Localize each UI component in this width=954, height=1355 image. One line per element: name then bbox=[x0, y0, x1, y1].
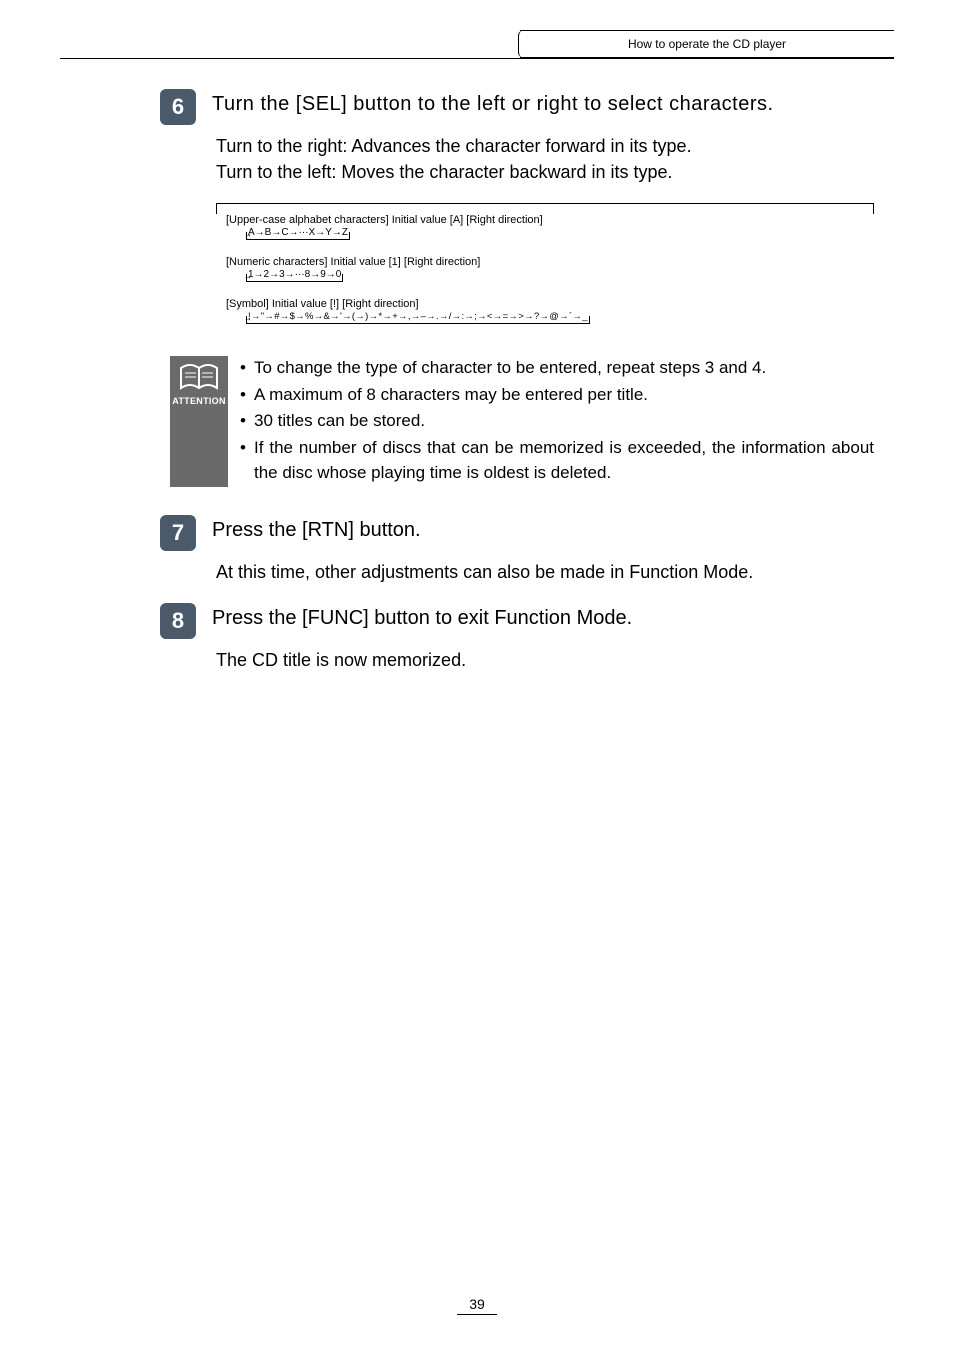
attention-bullet-2: A maximum of 8 characters may be entered… bbox=[254, 383, 874, 408]
step-6-body: Turn to the right: Advances the characte… bbox=[216, 133, 874, 185]
character-diagram: [Upper-case alphabet characters] Initial… bbox=[216, 203, 874, 332]
step-7-title: Press the [RTN] button. bbox=[212, 519, 894, 542]
upper-case-label: [Upper-case alphabet characters] Initial… bbox=[226, 214, 874, 226]
attention-bullet-1: To change the type of character to be en… bbox=[254, 356, 874, 381]
step-7-badge: 7 bbox=[160, 515, 196, 551]
step-6: 6 Turn the [SEL] button to the left or r… bbox=[60, 89, 894, 125]
step-7: 7 Press the [RTN] button. bbox=[60, 515, 894, 551]
numeric-label: [Numeric characters] Initial value [1] [… bbox=[226, 256, 874, 268]
attention-block: ATTENTION •To change the type of charact… bbox=[170, 356, 874, 487]
breadcrumb-text: How to operate the CD player bbox=[628, 37, 786, 51]
step-8-title: Press the [FUNC] button to exit Function… bbox=[212, 607, 894, 630]
attention-label: ATTENTION bbox=[172, 396, 226, 406]
attention-bullet-3: 30 titles can be stored. bbox=[254, 409, 874, 434]
step-6-title: Turn the [SEL] button to the left or rig… bbox=[212, 93, 894, 116]
numeric-sequence: →1→2→3→···8→9→0 bbox=[246, 269, 343, 282]
step-6-body-l1: Turn to the right: Advances the characte… bbox=[216, 133, 874, 159]
breadcrumb: How to operate the CD player bbox=[520, 30, 894, 58]
page-number-value: 39 bbox=[469, 1296, 485, 1312]
step-7-body: At this time, other adjustments can also… bbox=[216, 559, 874, 585]
page-number: 39 bbox=[0, 1296, 954, 1315]
book-icon bbox=[179, 364, 219, 394]
step-8-badge: 8 bbox=[160, 603, 196, 639]
step-8-body: The CD title is now memorized. bbox=[216, 647, 874, 673]
attention-sidebar: ATTENTION bbox=[170, 356, 228, 487]
attention-text: •To change the type of character to be e… bbox=[228, 356, 874, 487]
page-number-rule bbox=[457, 1314, 497, 1315]
upper-case-sequence: →A→B→C→···X→Y→Z bbox=[246, 227, 350, 240]
step-8: 8 Press the [FUNC] button to exit Functi… bbox=[60, 603, 894, 639]
symbol-label: [Symbol] Initial value [!] [Right direct… bbox=[226, 298, 874, 310]
header-rule bbox=[60, 58, 894, 59]
attention-bullet-4: If the number of discs that can be memor… bbox=[254, 436, 874, 485]
step-6-badge: 6 bbox=[160, 89, 196, 125]
symbol-sequence: → !→"→#→$→%→&→'→(→)→*→+→,→–→.→/→:→;→<→=→… bbox=[246, 311, 590, 324]
step-6-body-l2: Turn to the left: Moves the character ba… bbox=[216, 159, 874, 185]
